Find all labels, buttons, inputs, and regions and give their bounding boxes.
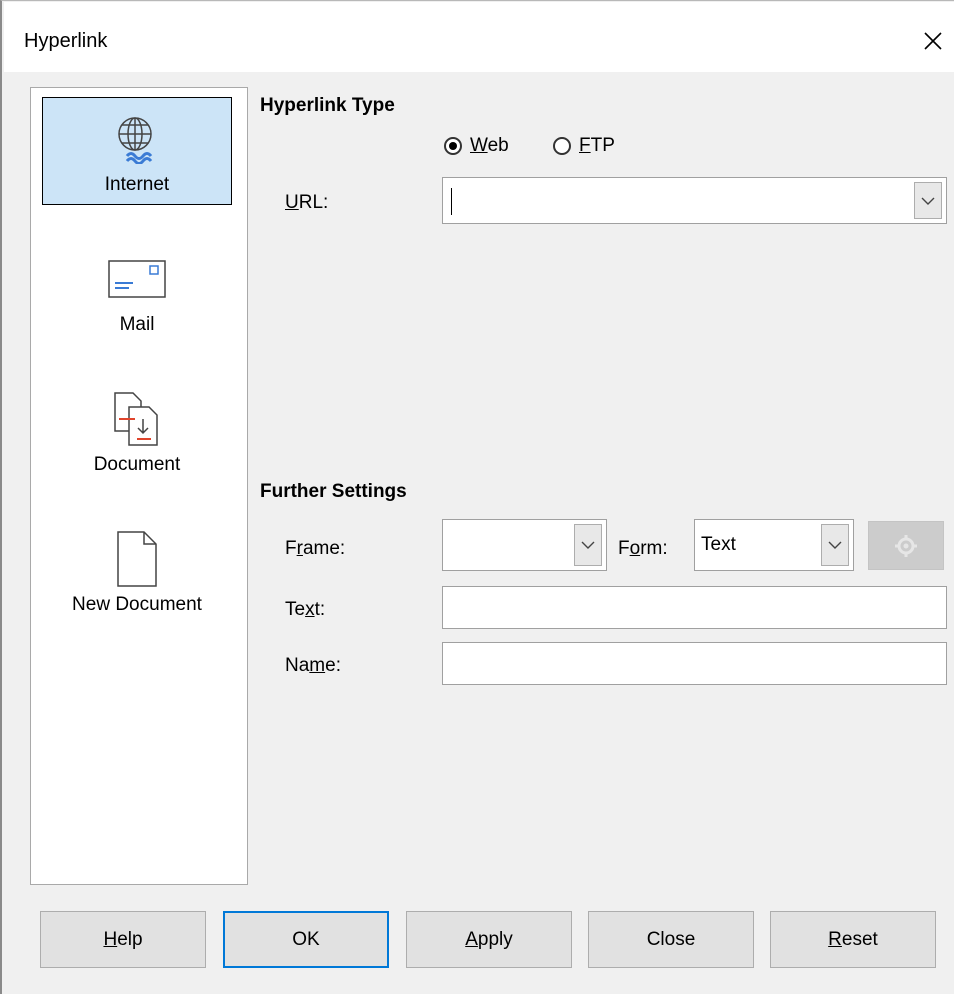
apply-button-label: Apply — [465, 928, 513, 950]
hyperlink-type-heading: Hyperlink Type — [260, 95, 395, 116]
events-button[interactable] — [868, 521, 944, 570]
reset-button-label: Reset — [828, 928, 878, 950]
sidebar-item-new-document[interactable]: New Document — [42, 518, 232, 626]
form-value: Text — [701, 534, 736, 555]
sidebar-item-label: Document — [93, 454, 181, 475]
form-dropdown-button[interactable] — [821, 524, 849, 566]
frame-combobox[interactable] — [442, 519, 607, 571]
url-label: URL: — [285, 192, 329, 213]
hyperlink-dialog: Hyperlink Internet Mail Document New Doc… — [0, 0, 954, 994]
sidebar-item-document[interactable]: Document — [42, 378, 232, 486]
dialog-title: Hyperlink — [24, 30, 108, 52]
text-label: Text: — [285, 599, 326, 620]
gear-icon — [895, 534, 917, 557]
sidebar-item-mail[interactable]: Mail — [42, 238, 232, 346]
web-radio-label: Web — [470, 135, 509, 156]
ok-button[interactable]: OK — [223, 911, 389, 968]
document-link-icon — [107, 386, 167, 452]
url-combobox[interactable] — [442, 177, 947, 224]
envelope-icon — [107, 246, 167, 312]
further-settings-heading: Further Settings — [260, 481, 407, 502]
name-input[interactable] — [442, 642, 947, 685]
sidebar-item-internet[interactable]: Internet — [42, 97, 232, 205]
ftp-radio-label: FTP — [579, 135, 615, 156]
apply-button[interactable]: Apply — [406, 911, 572, 968]
close-button[interactable]: Close — [588, 911, 754, 968]
radio-indicator — [553, 137, 571, 155]
frame-dropdown-button[interactable] — [574, 524, 602, 566]
sidebar-item-label: New Document — [72, 594, 202, 615]
text-input[interactable] — [442, 586, 947, 629]
name-label: Name: — [285, 655, 341, 676]
url-dropdown-button[interactable] — [914, 182, 942, 219]
form-label: Form: — [618, 538, 668, 559]
chevron-down-icon — [921, 197, 935, 205]
form-select[interactable]: Text — [694, 519, 854, 571]
web-radio[interactable]: Web — [444, 135, 509, 157]
sidebar-item-label: Internet — [104, 174, 170, 195]
text-cursor — [451, 188, 452, 215]
close-button-label: Close — [646, 928, 696, 950]
sidebar-item-label: Mail — [119, 314, 155, 335]
new-document-icon — [112, 526, 162, 592]
globe-icon — [113, 106, 161, 172]
radio-indicator — [444, 137, 462, 155]
title-bar: Hyperlink — [4, 2, 954, 72]
help-button-label: Help — [103, 928, 143, 950]
frame-label: Frame: — [285, 538, 346, 559]
chevron-down-icon — [828, 541, 842, 549]
chevron-down-icon — [581, 541, 595, 549]
ok-button-label: OK — [292, 928, 320, 950]
reset-button[interactable]: Reset — [770, 911, 936, 968]
ftp-radio[interactable]: FTP — [553, 135, 615, 157]
hyperlink-type-sidebar: Internet Mail Document New Document — [30, 87, 248, 885]
close-window-icon[interactable] — [910, 18, 954, 64]
help-button[interactable]: Help — [40, 911, 206, 968]
